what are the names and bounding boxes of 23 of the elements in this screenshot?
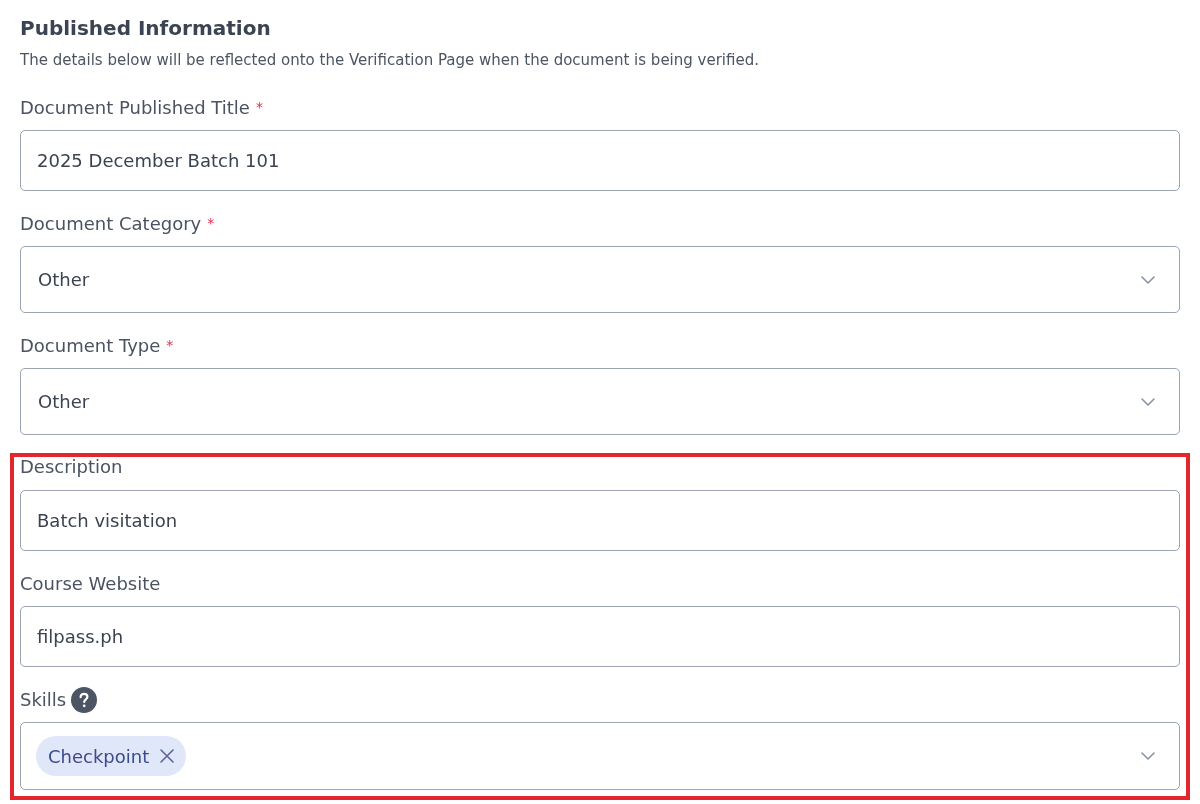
chevron-down-icon	[1141, 397, 1155, 406]
field-label: Document Category	[20, 212, 202, 236]
field-label: Document Published Title	[20, 96, 250, 120]
required-asterisk: *	[255, 100, 263, 114]
text-input[interactable]: 2025 December Batch 101	[20, 130, 1180, 191]
field-label: Document Type	[20, 334, 161, 358]
field-label: Skills	[20, 688, 67, 712]
text-input[interactable]: Batch visitation	[20, 490, 1180, 551]
chevron-down-icon	[1141, 752, 1155, 760]
remove-icon[interactable]	[160, 749, 175, 763]
field-label: Description	[20, 455, 123, 479]
field-label: Course Website	[20, 572, 161, 596]
required-asterisk: *	[166, 338, 174, 352]
section-title: Published Information	[20, 16, 272, 40]
skill-chip[interactable]: Checkpoint	[36, 736, 187, 776]
tags-field[interactable]: Checkpoint	[20, 722, 1180, 790]
section-description: The details below will be reflected onto the Verification Page when the document is being verified.	[20, 50, 760, 70]
dropdown[interactable]: Other	[20, 368, 1180, 435]
help-icon[interactable]	[71, 687, 98, 713]
required-asterisk: *	[207, 216, 215, 230]
chevron-down-icon	[1141, 275, 1155, 284]
dropdown[interactable]: Other	[20, 246, 1180, 313]
text-input[interactable]: filpass.ph	[20, 606, 1180, 667]
